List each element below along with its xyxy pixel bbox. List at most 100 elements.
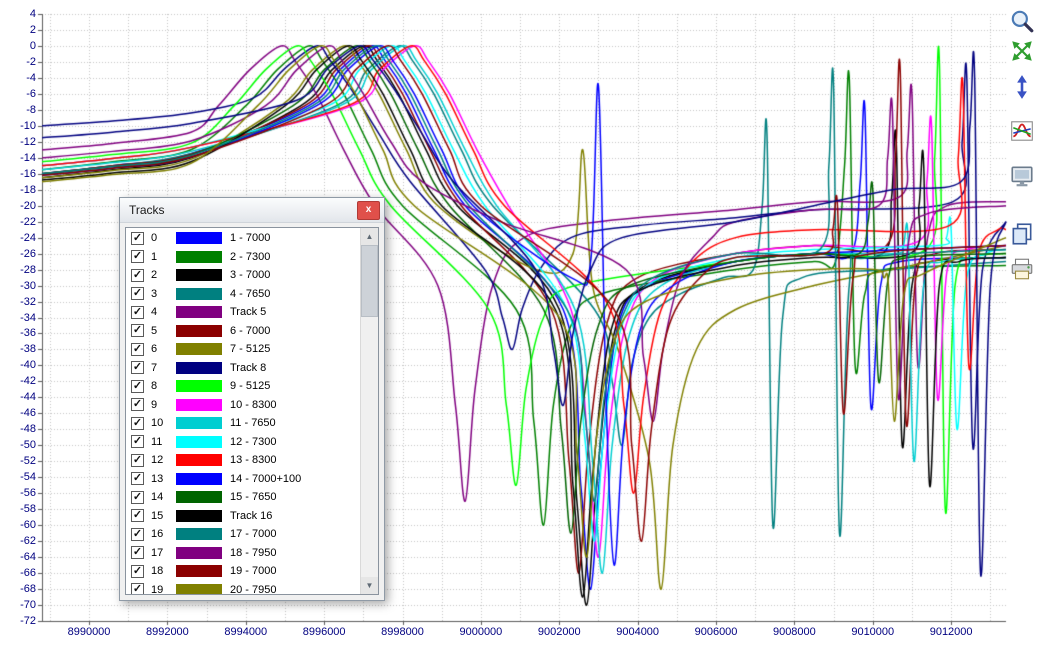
track-row[interactable]: ✓7Track 8: [126, 359, 361, 378]
tracks-dialog-titlebar[interactable]: Tracks x: [120, 198, 384, 223]
track-row[interactable]: ✓67 - 5125: [126, 340, 361, 359]
y-tick-label: -14: [0, 152, 36, 164]
track-row[interactable]: ✓1415 - 7650: [126, 488, 361, 507]
track-row[interactable]: ✓56 - 7000: [126, 322, 361, 341]
y-tick-label: -28: [0, 264, 36, 276]
x-tick-label: 9008000: [760, 626, 828, 638]
track-color-swatch: [176, 251, 222, 263]
print-button[interactable]: [1009, 256, 1035, 282]
track-checkbox[interactable]: ✓: [131, 343, 144, 356]
track-color-swatch: [176, 528, 222, 540]
x-tick-label: 9004000: [604, 626, 672, 638]
y-tick-label: -40: [0, 359, 36, 371]
track-color-swatch: [176, 454, 222, 466]
track-row[interactable]: ✓15Track 16: [126, 507, 361, 526]
track-index: 19: [151, 584, 176, 595]
track-label: 2 - 7300: [230, 251, 270, 263]
track-checkbox[interactable]: ✓: [131, 435, 144, 448]
y-tick-label: -10: [0, 120, 36, 132]
y-tick-label: -26: [0, 248, 36, 260]
track-row[interactable]: ✓1617 - 7000: [126, 525, 361, 544]
y-tick-label: -38: [0, 343, 36, 355]
chart-view-button[interactable]: [1009, 118, 1035, 144]
track-checkbox[interactable]: ✓: [131, 380, 144, 393]
track-label: 10 - 8300: [230, 399, 276, 411]
track-checkbox[interactable]: ✓: [131, 528, 144, 541]
track-index: 18: [151, 565, 176, 577]
track-checkbox[interactable]: ✓: [131, 509, 144, 522]
track-checkbox[interactable]: ✓: [131, 361, 144, 374]
track-checkbox[interactable]: ✓: [131, 287, 144, 300]
track-row[interactable]: ✓ 2 3 - 7000: [126, 266, 361, 285]
track-index: 14: [151, 491, 176, 503]
track-checkbox[interactable]: ✓: [131, 472, 144, 485]
x-tick-label: 8992000: [133, 626, 201, 638]
track-index: 2: [151, 269, 176, 281]
track-color-swatch: [176, 584, 222, 595]
track-label: 20 - 7950: [230, 584, 276, 595]
track-checkbox[interactable]: ✓: [131, 250, 144, 263]
track-row[interactable]: ✓12 - 7300: [126, 248, 361, 267]
tracks-dialog: Tracks x ✓01 - 7000✓12 - 7300✓23 - 7000✓…: [119, 197, 385, 601]
track-label: 3 - 7000: [230, 269, 270, 281]
tracks-scrollbar[interactable]: ▲ ▼: [360, 228, 378, 594]
copy-icon: [1009, 221, 1035, 247]
y-tick-label: -6: [0, 88, 36, 100]
scroll-down-icon[interactable]: ▼: [361, 577, 378, 594]
copy-button[interactable]: [1009, 221, 1035, 247]
tracks-rows: ✓01 - 7000✓12 - 7300✓23 - 7000✓34 - 7650…: [126, 229, 361, 595]
track-checkbox[interactable]: ✓: [131, 417, 144, 430]
track-row[interactable]: ✓ 19 20 - 7950: [126, 581, 361, 596]
auto-scale-button[interactable]: [1009, 38, 1035, 64]
track-index: 5: [151, 325, 176, 337]
x-tick-label: 8994000: [212, 626, 280, 638]
track-color-swatch: [176, 399, 222, 411]
scroll-thumb[interactable]: [361, 245, 378, 317]
track-checkbox[interactable]: ✓: [131, 269, 144, 282]
track-checkbox[interactable]: ✓: [131, 398, 144, 411]
scroll-up-icon[interactable]: ▲: [361, 228, 378, 245]
y-tick-label: -56: [0, 487, 36, 499]
y-tick-label: -42: [0, 375, 36, 387]
track-label: 1 - 7000: [230, 232, 270, 244]
y-tick-label: -20: [0, 200, 36, 212]
track-row[interactable]: ✓1314 - 7000+100: [126, 470, 361, 489]
track-index: 7: [151, 362, 176, 374]
track-row[interactable]: ✓1718 - 7950: [126, 544, 361, 563]
y-tick-label: -60: [0, 519, 36, 531]
y-tick-label: -8: [0, 104, 36, 116]
track-row[interactable]: ✓34 - 7650: [126, 285, 361, 304]
track-checkbox[interactable]: ✓: [131, 491, 144, 504]
track-checkbox[interactable]: ✓: [131, 583, 144, 595]
track-color-swatch: [176, 436, 222, 448]
y-tick-label: -2: [0, 56, 36, 68]
scale-arrows-icon: [1009, 38, 1035, 64]
track-row[interactable]: ✓1011 - 7650: [126, 414, 361, 433]
x-tick-label: 8998000: [369, 626, 437, 638]
y-tick-label: -22: [0, 216, 36, 228]
y-tick-label: -36: [0, 327, 36, 339]
track-row[interactable]: ✓1213 - 8300: [126, 451, 361, 470]
track-checkbox[interactable]: ✓: [131, 324, 144, 337]
track-row[interactable]: ✓01 - 7000: [126, 229, 361, 248]
track-color-swatch: [176, 380, 222, 392]
track-checkbox[interactable]: ✓: [131, 454, 144, 467]
close-icon[interactable]: x: [357, 201, 380, 220]
fit-vertical-button[interactable]: [1009, 74, 1035, 100]
track-row[interactable]: ✓1819 - 7000: [126, 562, 361, 581]
track-checkbox[interactable]: ✓: [131, 232, 144, 245]
track-row[interactable]: ✓910 - 8300: [126, 396, 361, 415]
track-checkbox[interactable]: ✓: [131, 306, 144, 319]
track-row[interactable]: ✓1112 - 7300: [126, 433, 361, 452]
track-index: 4: [151, 306, 176, 318]
track-color-swatch: [176, 547, 222, 559]
track-index: 3: [151, 288, 176, 300]
track-checkbox[interactable]: ✓: [131, 546, 144, 559]
x-tick-label: 9012000: [917, 626, 985, 638]
zoom-button[interactable]: [1009, 8, 1035, 34]
track-row[interactable]: ✓89 - 5125: [126, 377, 361, 396]
track-checkbox[interactable]: ✓: [131, 565, 144, 578]
vertical-fit-icon: [1009, 74, 1035, 100]
track-row[interactable]: ✓4Track 5: [126, 303, 361, 322]
display-button[interactable]: [1009, 163, 1035, 189]
